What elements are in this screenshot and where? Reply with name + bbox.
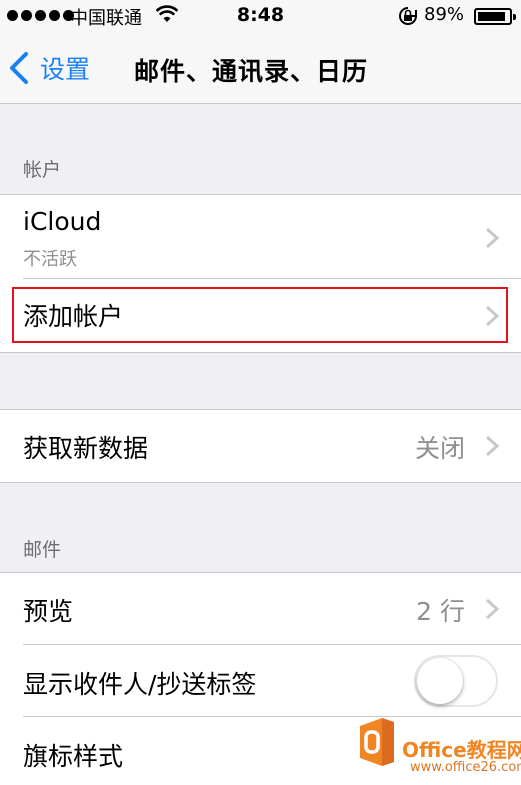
chevron-right-icon <box>485 305 499 327</box>
battery-icon <box>474 8 516 25</box>
preview-value: 2 行 <box>416 597 465 626</box>
watermark-url: www.office26.com <box>410 760 521 775</box>
add-account-label: 添加帐户 <box>23 302 124 331</box>
account-name: iCloud <box>23 207 102 236</box>
fetch-group: 获取新数据 关闭 <box>0 409 521 483</box>
settings-screen: 中国联通 8:48 89% 设置 邮件、通讯录、日历 帐户 iCloud 不活跃… <box>0 0 521 785</box>
watermark-name: Office教程网 <box>402 738 521 762</box>
section-header-mail: 邮件 <box>23 539 62 561</box>
section-header-accounts: 帐户 <box>23 159 62 181</box>
account-status: 不活跃 <box>23 249 77 270</box>
rotation-lock-icon <box>399 7 417 25</box>
page-title: 邮件、通讯录、日历 <box>134 57 369 86</box>
flag-style-label: 旗标样式 <box>23 742 124 771</box>
back-button[interactable]: 设置 <box>8 48 90 88</box>
preview-label: 预览 <box>23 597 74 626</box>
account-row-icloud[interactable]: iCloud 不活跃 <box>0 195 521 279</box>
watermark: Office教程网 www.office26.com <box>352 710 521 785</box>
fetch-new-data-value: 关闭 <box>414 434 465 463</box>
accounts-group: iCloud 不活跃 添加帐户 <box>0 194 521 353</box>
chevron-right-icon <box>485 227 499 249</box>
toggle-knob <box>417 658 463 704</box>
status-bar: 中国联通 8:48 89% <box>0 0 521 32</box>
navigation-bar: 设置 邮件、通讯录、日历 <box>0 32 521 104</box>
fetch-new-data-label: 获取新数据 <box>23 434 149 463</box>
show-to-cc-toggle[interactable] <box>414 655 498 707</box>
office-logo-icon <box>360 718 394 766</box>
chevron-left-icon <box>8 48 34 88</box>
add-account-row[interactable]: 添加帐户 <box>0 279 521 352</box>
chevron-right-icon <box>485 435 499 457</box>
chevron-right-icon <box>485 598 499 620</box>
show-to-cc-label: 显示收件人/抄送标签 <box>23 670 257 699</box>
preview-row[interactable]: 预览 2 行 <box>0 573 521 645</box>
battery-percentage: 89% <box>424 4 465 25</box>
fetch-new-data-row[interactable]: 获取新数据 关闭 <box>0 410 521 482</box>
back-label: 设置 <box>40 55 91 84</box>
